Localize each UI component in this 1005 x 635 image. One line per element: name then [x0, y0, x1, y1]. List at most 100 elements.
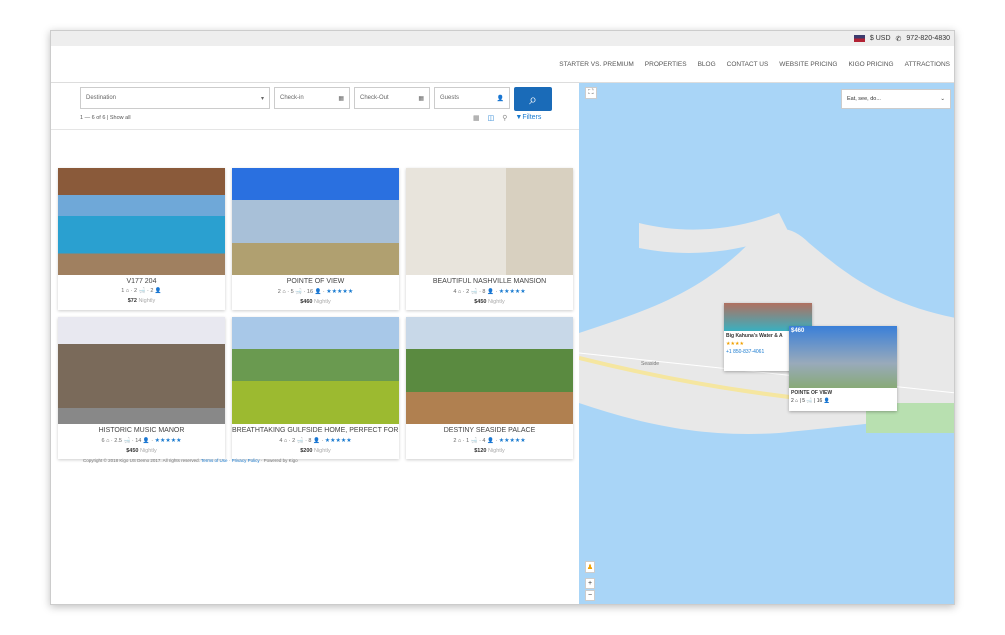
property-price: $450 Nightly — [58, 448, 225, 454]
nav-website-pricing[interactable]: WEBSITE PRICING — [779, 61, 837, 68]
phone-number[interactable]: 972-820-4830 — [906, 35, 950, 42]
property-title: POINTE OF VIEW — [791, 390, 833, 396]
nav-attractions[interactable]: ATTRACTIONS — [905, 61, 950, 68]
property-price: $460 Nightly — [232, 299, 399, 305]
map-pin-icon[interactable]: ⚲ — [502, 114, 507, 122]
property-amenities: 1 ⌂ · 2 🛁 · 2 👤 — [121, 288, 162, 294]
main-nav: STARTER VS. PREMIUM PROPERTIES BLOG CONT… — [51, 46, 954, 83]
fullscreen-button[interactable]: ⛶ — [585, 87, 597, 99]
rating-stars: ★★★★★ — [324, 438, 352, 444]
price-unit: Nightly — [313, 299, 331, 305]
property-amenities: 6 ⌂ · 2.5 🛁 · 14 👤 · — [101, 438, 154, 444]
property-meta: 2 ⌂ | 5 🛁 | 16 👤 — [791, 398, 830, 404]
property-photo: $460 — [789, 326, 897, 388]
property-title[interactable]: POINTE OF VIEW — [232, 278, 399, 285]
footer: Copyright © 2018 Kigo US Demo 2017. All … — [83, 458, 298, 463]
filters-button[interactable]: ▼Filters — [515, 114, 541, 122]
checkin-input[interactable]: Check-in ▦ — [274, 87, 350, 109]
property-price: $450 Nightly — [406, 299, 573, 305]
rating-stars: ★★★★★ — [326, 289, 354, 295]
property-photo[interactable] — [406, 317, 573, 424]
nav-kigo-pricing[interactable]: KIGO PRICING — [848, 61, 893, 68]
zoom-out-button[interactable]: − — [585, 590, 595, 601]
price-unit: Nightly — [487, 299, 505, 305]
nav-properties[interactable]: PROPERTIES — [645, 61, 687, 68]
property-card[interactable]: DESTINY SEASIDE PALACE 2 ⌂ · 1 🛁 · 4 👤 · … — [406, 317, 573, 459]
calendar-icon: ▦ — [338, 95, 344, 102]
price-unit: Nightly — [313, 448, 331, 454]
rating-stars: ★★★★★ — [498, 289, 526, 295]
grid-view-icon[interactable]: ▦ — [473, 114, 480, 122]
property-amenities: 2 ⌂ · 5 🛁 · 16 👤 · — [277, 289, 325, 295]
price-unit: Nightly — [139, 448, 157, 454]
calendar-icon: ▦ — [418, 95, 424, 102]
property-title[interactable]: V177 204 — [58, 278, 225, 285]
phone-icon: ✆ — [895, 35, 902, 43]
rating-stars: ★★★★★ — [498, 438, 526, 444]
property-price: $72 Nightly — [58, 298, 225, 304]
property-photo[interactable] — [58, 317, 225, 424]
price-value: $450 — [474, 299, 487, 305]
property-title[interactable]: BEAUTIFUL NASHVILLE MANSION — [406, 278, 573, 285]
privacy-link[interactable]: Privacy Policy — [232, 458, 260, 463]
poi-select-label: Eat, see, do... — [847, 96, 881, 102]
divider — [51, 129, 579, 130]
property-price: $460 — [791, 328, 805, 334]
price-unit: Nightly — [138, 298, 156, 304]
destination-select[interactable]: Destination ▾ — [80, 87, 270, 109]
guests-input[interactable]: Guests 👤 — [434, 87, 510, 109]
property-photo[interactable] — [58, 168, 225, 275]
property-meta: 2 ⌂ · 1 🛁 · 4 👤 · ★★★★★ — [406, 437, 573, 444]
property-popup[interactable]: $460 POINTE OF VIEW 2 ⌂ | 5 🛁 | 16 👤 — [789, 326, 897, 411]
property-meta: 4 ⌂ · 2 🛁 · 8 👤 · ★★★★★ — [406, 288, 573, 295]
user-icon: 👤 — [496, 95, 504, 102]
nav-contact-us[interactable]: CONTACT US — [727, 61, 769, 68]
copyright: Copyright © 2018 Kigo US Demo 2017. All … — [83, 458, 200, 463]
rating-stars: ★★★★★ — [154, 438, 182, 444]
property-price: $120 Nightly — [406, 448, 573, 454]
checkout-label: Check-Out — [360, 95, 389, 101]
currency-selector[interactable]: $ USD — [870, 35, 891, 42]
property-amenities: 4 ⌂ · 2 🛁 · 8 👤 · — [453, 289, 498, 295]
search-button[interactable]: ⌕ — [514, 87, 552, 111]
split-view-icon[interactable]: ◫ — [488, 114, 495, 122]
nav-blog[interactable]: BLOG — [698, 61, 716, 68]
browser-window: $ USD ✆ 972-820-4830 STARTER VS. PREMIUM… — [50, 30, 955, 605]
results-count: 1 — 6 of 6 | Show all — [80, 115, 131, 121]
property-photo[interactable] — [406, 168, 573, 275]
price-value: $72 — [127, 298, 137, 304]
property-meta: 1 ⌂ · 2 🛁 · 2 👤 — [58, 288, 225, 294]
price-value: $200 — [300, 448, 313, 454]
guests-label: Guests — [440, 95, 460, 101]
checkout-input[interactable]: Check-Out ▦ — [354, 87, 430, 109]
search-bar: Destination ▾ Check-in ▦ Check-Out ▦ Guests… — [80, 87, 552, 111]
price-value: $450 — [126, 448, 139, 454]
property-title[interactable]: BREATHTAKING GULFSIDE HOME, PERFECT FOR.… — [232, 427, 399, 434]
poi-select[interactable]: Eat, see, do... ⌄ — [841, 89, 951, 109]
powered-by: · Powered by Kigo — [260, 458, 298, 463]
property-card[interactable]: BEAUTIFUL NASHVILLE MANSION 4 ⌂ · 2 🛁 · 8… — [406, 168, 573, 310]
property-card[interactable]: POINTE OF VIEW 2 ⌂ · 5 🛁 · 16 👤 · ★★★★★ $4… — [232, 168, 399, 310]
top-bar: $ USD ✆ 972-820-4830 — [51, 31, 954, 46]
property-photo[interactable] — [232, 168, 399, 275]
property-title[interactable]: DESTINY SEASIDE PALACE — [406, 427, 573, 434]
terms-link[interactable]: Terms of Use — [201, 458, 228, 463]
search-icon: ⌕ — [529, 90, 537, 107]
zoom-in-button[interactable]: + — [585, 578, 595, 589]
nav-starter-vs-premium[interactable]: STARTER VS. PREMIUM — [559, 61, 634, 68]
property-card[interactable]: HISTORIC MUSIC MANOR 6 ⌂ · 2.5 🛁 · 14 👤 ·… — [58, 317, 225, 459]
property-photo[interactable] — [232, 317, 399, 424]
property-card[interactable]: BREATHTAKING GULFSIDE HOME, PERFECT FOR.… — [232, 317, 399, 459]
street-view-pegman-icon[interactable]: ♟ — [585, 561, 595, 573]
price-value: $120 — [474, 448, 487, 454]
property-amenities: 4 ⌂ · 2 🛁 · 8 👤 · — [279, 438, 324, 444]
price-value: $460 — [300, 299, 313, 305]
property-price: $200 Nightly — [232, 448, 399, 454]
property-meta: 2 ⌂ · 5 🛁 · 16 👤 · ★★★★★ — [232, 288, 399, 295]
map[interactable]: ⛶ Eat, see, do... ⌄ Seaside Big Kahuna's … — [579, 83, 954, 604]
map-place-label: Seaside — [641, 361, 660, 367]
view-toggles: ▦ ◫ ⚲ ▼Filters — [473, 114, 541, 122]
property-amenities: 2 ⌂ · 1 🛁 · 4 👤 · — [453, 438, 498, 444]
property-title[interactable]: HISTORIC MUSIC MANOR — [58, 427, 225, 434]
property-card[interactable]: V177 204 1 ⌂ · 2 🛁 · 2 👤 $72 Nightly — [58, 168, 225, 310]
